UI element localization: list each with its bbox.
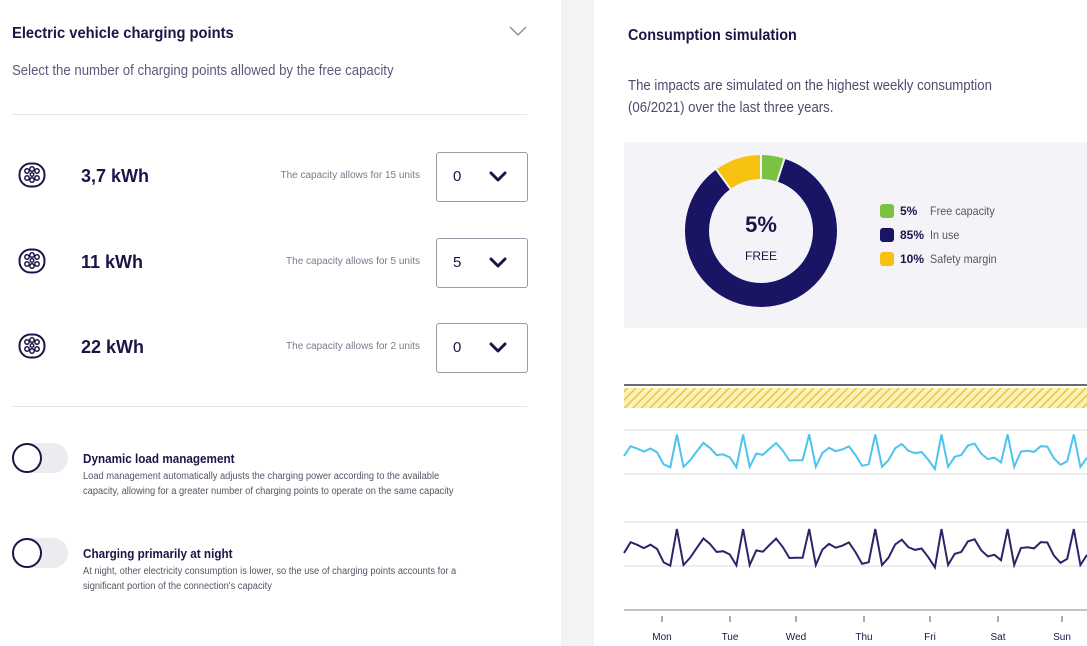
safety-margin-band	[624, 388, 1087, 408]
day-label: Tue	[721, 632, 739, 643]
option-title: Dynamic load management	[83, 451, 235, 466]
legend-label: Free capacity	[930, 204, 995, 218]
units-select-value: 0	[453, 339, 462, 356]
lower-consumption-line	[623, 528, 1087, 571]
toggle-knob	[12, 538, 42, 568]
consumption-simulation-panel: Consumption simulation The impacts are s…	[594, 0, 1087, 646]
option-description: Load management automatically adjusts th…	[83, 471, 454, 497]
charging-points-panel: Electric vehicle charging points Select …	[0, 0, 561, 646]
legend-swatch	[880, 204, 894, 218]
day-label: Mon	[652, 632, 672, 643]
charging-power: 22 kWh	[81, 337, 145, 357]
units-select[interactable]: 5	[436, 238, 528, 288]
divider	[12, 406, 527, 407]
chevron-down-icon	[489, 171, 507, 182]
legend-percent: 5%	[900, 204, 918, 218]
day-label: Fri	[924, 632, 936, 643]
legend-swatch	[880, 228, 894, 242]
capacity-donut-card: 5% FREE 5% Free capacity 85% In use 10% Safet…	[624, 142, 1087, 328]
charging-point-row: 11 kWh The capacity allows for 5 units 5	[18, 238, 528, 288]
charging-power: 11 kWh	[81, 252, 144, 272]
day-label: Sat	[990, 632, 1006, 643]
divider	[12, 114, 527, 115]
option-description: At night, other electricity consumption …	[83, 566, 457, 592]
donut-center-value: 5%	[745, 212, 777, 237]
charging-point-row: 3,7 kWh The capacity allows for 15 units 0	[18, 152, 528, 202]
day-label: Thu	[855, 632, 873, 643]
day-label: Wed	[785, 632, 807, 643]
simulation-description: The impacts are simulated on the highest…	[628, 77, 992, 116]
chevron-down-icon	[489, 257, 507, 268]
panel-subtitle: Select the number of charging points all…	[12, 62, 394, 79]
donut-center-label: FREE	[744, 249, 777, 263]
panel-title: Electric vehicle charging points	[12, 25, 234, 42]
toggle-switch[interactable]	[12, 443, 68, 473]
upper-consumption-line	[623, 434, 1087, 472]
app-root: Electric vehicle charging points Select …	[0, 0, 1087, 646]
legend-percent: 85%	[900, 228, 925, 242]
option-title: Charging primarily at night	[83, 546, 233, 561]
simulation-title: Consumption simulation	[628, 27, 797, 44]
toggle-knob	[12, 443, 42, 473]
day-label: Sun	[1053, 632, 1071, 643]
units-select[interactable]: 0	[436, 323, 528, 373]
charging-point-row: 22 kWh The capacity allows for 2 units 0	[18, 323, 528, 373]
units-select-value: 5	[453, 254, 462, 271]
units-select-value: 0	[453, 168, 462, 185]
capacity-note: The capacity allows for 5 units	[286, 256, 420, 267]
donut-center: 5% FREE	[685, 155, 837, 307]
panel-gap	[561, 0, 594, 646]
legend-swatch	[880, 252, 894, 266]
chevron-down-icon[interactable]	[508, 24, 528, 38]
weekly-consumption-chart	[623, 384, 1087, 622]
units-select[interactable]: 0	[436, 152, 528, 202]
ev-plug-icon	[18, 162, 46, 188]
chevron-down-icon	[489, 342, 507, 353]
charging-power: 3,7 kWh	[81, 166, 150, 186]
legend-percent: 10%	[900, 252, 925, 266]
ev-plug-icon	[18, 248, 46, 274]
legend-label: Safety margin	[930, 252, 997, 266]
ev-plug-icon	[18, 333, 46, 359]
capacity-note: The capacity allows for 2 units	[286, 341, 420, 352]
toggle-switch[interactable]	[12, 538, 68, 568]
capacity-note: The capacity allows for 15 units	[280, 170, 420, 181]
legend-label: In use	[930, 228, 960, 242]
